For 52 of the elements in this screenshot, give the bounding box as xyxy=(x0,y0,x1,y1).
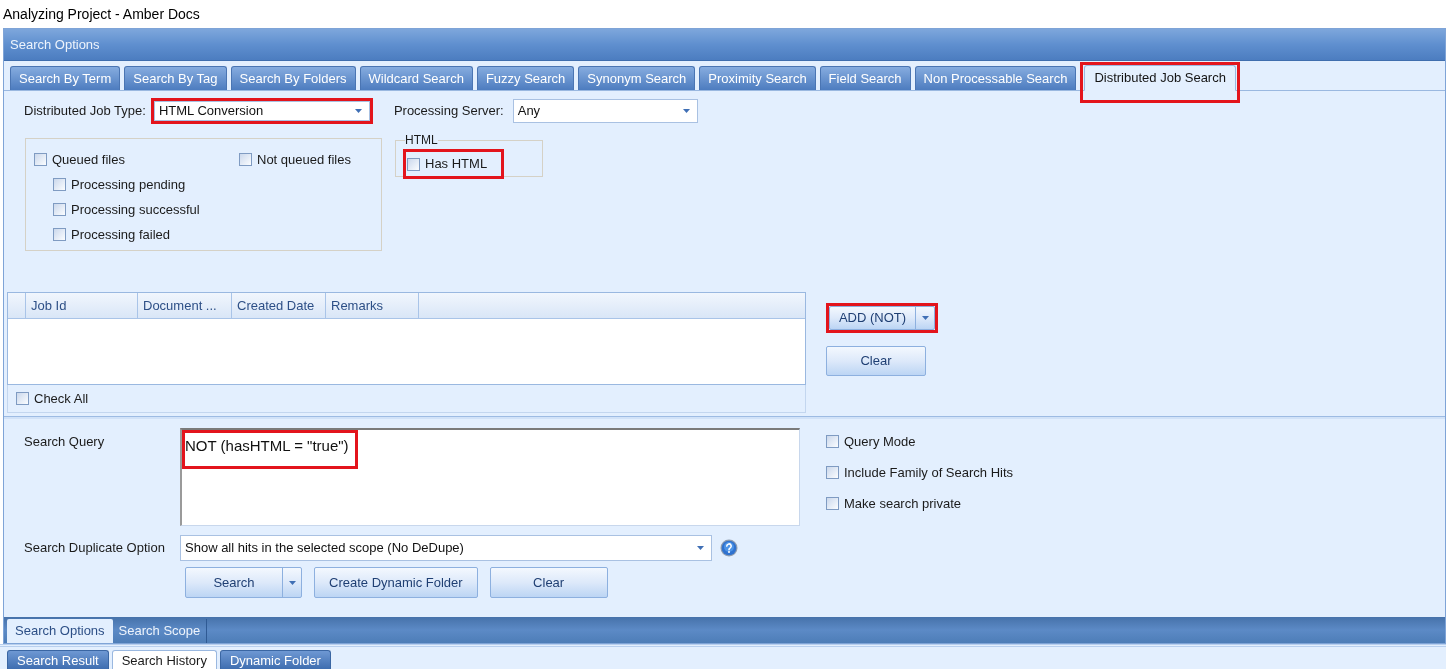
query-field[interactable]: NOT (hasHTML = "true") xyxy=(180,428,800,526)
dropdown[interactable]: Any xyxy=(512,99,698,123)
checkbox-label: Has HTML xyxy=(425,155,488,174)
query-text: NOT (hasHTML = "true") xyxy=(185,437,349,454)
field-label: Search Query xyxy=(23,433,106,451)
tab[interactable]: Search History xyxy=(111,650,217,669)
panel-title: Search Options xyxy=(10,35,100,54)
tab[interactable]: Search Result xyxy=(7,650,109,669)
checkbox[interactable] xyxy=(53,203,66,216)
split-button[interactable]: ADD (NOT) xyxy=(829,306,935,330)
checkbox[interactable] xyxy=(53,178,66,191)
caret-icon xyxy=(921,316,929,320)
checkbox-label: Make search private xyxy=(844,494,962,513)
field-label: Search Duplicate Option xyxy=(23,539,166,558)
caret-icon xyxy=(354,109,362,113)
checkbox-label: Processing successful xyxy=(71,200,200,219)
button[interactable]: Clear xyxy=(489,567,608,598)
checkbox[interactable] xyxy=(826,466,839,479)
button[interactable]: Create Dynamic Folder xyxy=(314,567,478,598)
caret-icon xyxy=(682,109,690,113)
dropdown[interactable]: Show all hits in the selected scope (No DeDupe) xyxy=(180,535,712,561)
tab[interactable]: Distributed Job Search xyxy=(1084,65,1236,91)
field-label: Processing Server: xyxy=(393,102,504,121)
checkbox[interactable] xyxy=(53,228,66,241)
tab[interactable]: Dynamic Folder xyxy=(219,650,331,669)
column-header[interactable]: Document ... xyxy=(138,293,232,318)
checkbox-label: Processing failed xyxy=(71,225,170,244)
column-header[interactable]: Remarks xyxy=(326,293,419,318)
column-header[interactable]: Created Date xyxy=(232,293,326,318)
help-icon xyxy=(720,539,738,557)
checkbox-label: Not queued files xyxy=(257,150,351,169)
checkbox[interactable] xyxy=(16,392,29,405)
checkbox-label: Check All xyxy=(34,389,89,408)
window-title: Analyzing Project - Amber Docs xyxy=(3,4,200,24)
caret-icon xyxy=(697,546,704,550)
checkbox[interactable] xyxy=(826,435,839,448)
checkbox-label: Processing pending xyxy=(71,175,186,194)
checkbox[interactable] xyxy=(826,497,839,510)
column-header[interactable]: Job Id xyxy=(26,293,138,318)
checkbox-label: Query Mode xyxy=(844,432,916,451)
checkbox[interactable] xyxy=(407,157,420,171)
split-button[interactable]: Search xyxy=(185,567,302,598)
checkbox[interactable] xyxy=(34,153,47,166)
tab[interactable]: Search Options xyxy=(7,619,113,643)
caret-icon xyxy=(288,580,296,585)
checkbox[interactable] xyxy=(239,153,252,166)
checkbox-label: Queued files xyxy=(52,150,125,169)
field-label: Distributed Job Type: xyxy=(24,102,146,121)
checkbox-label: Include Family of Search Hits xyxy=(844,463,1014,482)
dropdown[interactable]: HTML Conversion xyxy=(153,101,370,121)
button[interactable]: Clear xyxy=(826,346,926,376)
group-title: HTML xyxy=(405,132,438,149)
